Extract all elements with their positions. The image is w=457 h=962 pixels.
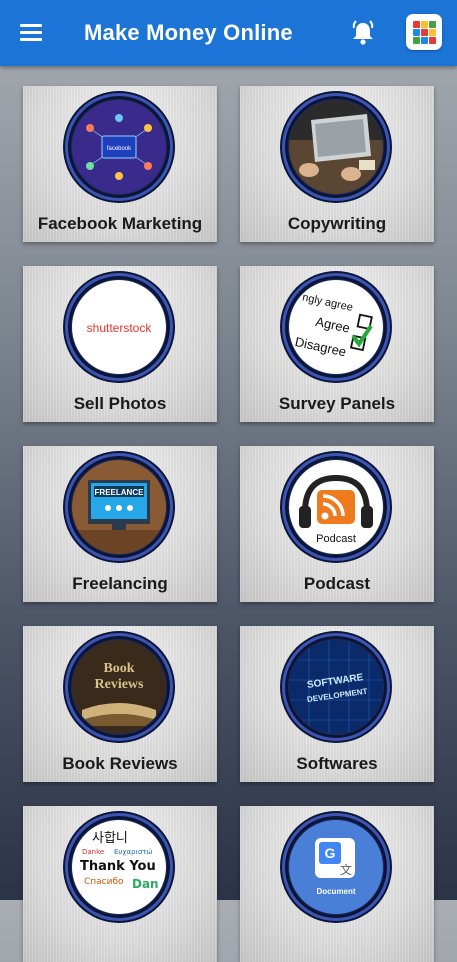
svg-text:Book: Book bbox=[103, 661, 134, 676]
card-survey-panels[interactable]: ngly agree Agree Disagree Survey Panels bbox=[240, 266, 434, 422]
svg-text:Reviews: Reviews bbox=[95, 677, 145, 692]
card-sell-photos[interactable]: shutterstock Sell Photos bbox=[23, 266, 217, 422]
svg-text:사합니: 사합니 bbox=[92, 831, 128, 846]
apps-grid-icon[interactable] bbox=[406, 14, 442, 50]
svg-text:Podcast: Podcast bbox=[316, 533, 356, 545]
card-podcast[interactable]: Podcast Podcast bbox=[240, 446, 434, 602]
card-freelancing[interactable]: FREELANCE Freelancing bbox=[23, 446, 217, 602]
bell-icon[interactable] bbox=[348, 18, 378, 48]
book-reviews-icon: Book Reviews bbox=[65, 633, 173, 741]
card-label: Sell Photos bbox=[73, 394, 167, 413]
freelance-monitor-icon: FREELANCE bbox=[65, 453, 173, 561]
survey-checklist-icon: ngly agree Agree Disagree bbox=[282, 273, 390, 381]
card-facebook-marketing[interactable]: facebook Facebook Marketing bbox=[23, 86, 217, 242]
svg-text:文: 文 bbox=[340, 862, 352, 877]
card-translate[interactable]: G 文 Document bbox=[240, 806, 434, 962]
translation-words-icon: 사합니 Danke Ευχαριστώ Thank You Спасибо Da… bbox=[65, 813, 173, 921]
svg-text:facebook: facebook bbox=[107, 146, 132, 152]
podcast-rss-icon: Podcast bbox=[282, 453, 390, 561]
svg-text:shutterstock: shutterstock bbox=[87, 321, 153, 335]
card-translation[interactable]: 사합니 Danke Ευχαριστώ Thank You Спасибо Da… bbox=[23, 806, 217, 962]
hamburger-menu-icon[interactable] bbox=[18, 22, 46, 44]
card-label: Freelancing bbox=[72, 574, 168, 593]
card-label: Survey Panels bbox=[278, 394, 396, 413]
card-label: Softwares bbox=[296, 754, 378, 773]
svg-text:Dan: Dan bbox=[132, 877, 159, 891]
svg-text:Danke: Danke bbox=[82, 848, 104, 856]
card-label: Podcast bbox=[303, 574, 371, 593]
card-label: Facebook Marketing bbox=[37, 214, 203, 233]
shutterstock-logo: shutterstock bbox=[65, 273, 173, 381]
card-label: Copywriting bbox=[287, 214, 387, 233]
card-book-reviews[interactable]: Book Reviews Book Reviews bbox=[23, 626, 217, 782]
google-translate-icon: G 文 Document bbox=[282, 813, 390, 921]
svg-text:G: G bbox=[325, 845, 336, 861]
card-softwares[interactable]: SOFTWARE DEVELOPMENT Softwares bbox=[240, 626, 434, 782]
software-development-icon: SOFTWARE DEVELOPMENT bbox=[282, 633, 390, 741]
svg-text:Thank You: Thank You bbox=[80, 859, 156, 874]
svg-text:Спасибо: Спасибо bbox=[84, 877, 124, 887]
card-label: Book Reviews bbox=[62, 754, 178, 773]
svg-text:FREELANCE: FREELANCE bbox=[95, 488, 145, 497]
svg-text:Document: Document bbox=[316, 887, 355, 896]
svg-text:Ευχαριστώ: Ευχαριστώ bbox=[114, 848, 153, 856]
facebook-marketing-icon: facebook bbox=[65, 93, 173, 201]
app-bar: Make Money Online bbox=[0, 0, 457, 66]
app-title: Make Money Online bbox=[84, 20, 293, 45]
card-copywriting[interactable]: Copywriting bbox=[240, 86, 434, 242]
laptop-writing-icon bbox=[282, 93, 390, 201]
